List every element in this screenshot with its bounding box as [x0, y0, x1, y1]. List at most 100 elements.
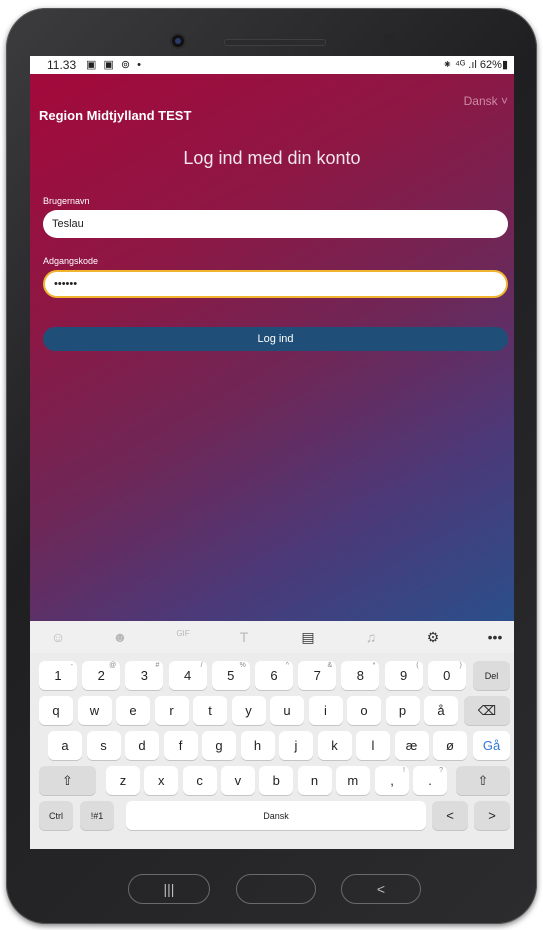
symbols-key[interactable]: !#1	[80, 801, 114, 830]
comma-key[interactable]: ,!	[375, 766, 409, 795]
recents-button[interactable]: |||	[128, 874, 210, 904]
key-b[interactable]: b	[259, 766, 294, 795]
ctrl-key[interactable]: Ctrl	[39, 801, 73, 830]
username-input[interactable]	[43, 210, 508, 238]
home-button[interactable]	[236, 874, 316, 904]
key-z[interactable]: z	[106, 766, 140, 795]
key-9[interactable]: 9(	[384, 661, 423, 690]
key-7[interactable]: 7 &	[298, 661, 337, 690]
username-label: Brugernavn	[43, 196, 90, 206]
key-label: l	[371, 738, 375, 753]
key-0[interactable]: 0)	[427, 661, 466, 690]
key-3[interactable]: 3 #	[125, 661, 164, 690]
page-heading: Log ind med din konto	[183, 148, 361, 168]
key-label: ø	[446, 738, 454, 753]
key-label: 0	[443, 668, 451, 683]
key-f[interactable]: f	[163, 731, 198, 760]
sticker-icon[interactable]: ☻	[110, 629, 130, 645]
key-t[interactable]: t	[193, 696, 227, 725]
backspace-key[interactable]: ⌫	[464, 696, 510, 725]
proximity-sensor	[383, 33, 397, 47]
key-label: n	[310, 773, 319, 788]
key-4[interactable]: 4/	[168, 661, 207, 690]
emoji-icon[interactable]: ☺	[48, 629, 68, 645]
login-button[interactable]: Log ind	[43, 327, 508, 351]
key-w[interactable]: w	[77, 696, 112, 725]
period-key[interactable]: .?	[413, 766, 447, 795]
key-u[interactable]: u	[270, 696, 304, 725]
key-y[interactable]: y	[231, 696, 266, 725]
language-selector[interactable]: Dansk ˅	[464, 94, 508, 108]
key-k[interactable]: k	[317, 731, 352, 760]
more-icon[interactable]: •••	[485, 629, 505, 645]
key-c[interactable]: c	[182, 766, 217, 795]
key-d[interactable]: d	[125, 731, 159, 760]
back-button[interactable]: <	[341, 874, 421, 904]
handwriting-icon[interactable]: T	[234, 629, 254, 645]
clipboard-icon[interactable]: ▤	[298, 629, 318, 645]
key-h[interactable]: h	[240, 731, 275, 760]
key-2[interactable]: 2 @	[82, 661, 121, 690]
cursor-right-key[interactable]: >	[474, 801, 510, 830]
key-j[interactable]: j	[279, 731, 313, 760]
system-icons: ⁕ ⁴ᴳ .ıl 62%▮	[442, 59, 508, 71]
key-label: ,	[390, 773, 394, 788]
key-p[interactable]: p	[385, 696, 420, 725]
key-label: !#1	[90, 810, 104, 821]
key-label: r	[169, 703, 174, 718]
key-hint: /	[200, 662, 203, 669]
key-hint: -	[70, 662, 73, 669]
gif-icon[interactable]: GIF	[173, 629, 193, 645]
space-key[interactable]: Dansk	[126, 801, 426, 830]
earpiece-speaker	[224, 39, 326, 46]
key-n[interactable]: n	[297, 766, 332, 795]
key-ø[interactable]: ø	[433, 731, 467, 760]
key-8[interactable]: 8 *	[341, 661, 380, 690]
key-e[interactable]: e	[116, 696, 150, 725]
keyboard-toolbar: ☺ ☻ GIF T ▤ ♫ ⚙ •••	[30, 621, 514, 653]
key-label: x	[158, 773, 165, 788]
key-q[interactable]: q	[39, 696, 73, 725]
key-l[interactable]: l	[356, 731, 390, 760]
key-hint: ^	[285, 662, 289, 669]
key-m[interactable]: m	[335, 766, 370, 795]
mic-icon[interactable]: ♫	[361, 629, 381, 645]
key-label: p	[398, 703, 407, 718]
key-r[interactable]: r	[154, 696, 189, 725]
delete-key[interactable]: Del	[473, 661, 510, 690]
key-æ[interactable]: æ	[394, 731, 429, 760]
key-label: o	[360, 703, 368, 718]
go-key[interactable]: Gå	[473, 731, 510, 760]
key-å[interactable]: å	[424, 696, 458, 725]
key-a[interactable]: a	[48, 731, 82, 760]
key-s[interactable]: s	[86, 731, 121, 760]
key-hint: @	[109, 662, 117, 669]
cursor-left-key[interactable]: <	[432, 801, 468, 830]
key-v[interactable]: v	[220, 766, 255, 795]
key-label: i	[324, 703, 327, 718]
key-g[interactable]: g	[202, 731, 236, 760]
key-6[interactable]: 6 ^	[255, 661, 293, 690]
key-label: 1	[54, 668, 62, 683]
password-label: Adgangskode	[43, 256, 99, 266]
key-hint: *	[372, 662, 376, 669]
key-label: <	[446, 808, 454, 823]
key-label: 8	[356, 668, 364, 683]
settings-icon[interactable]: ⚙	[423, 629, 443, 645]
key-hint: &	[327, 662, 333, 669]
key-1[interactable]: 1-	[39, 661, 77, 690]
key-x[interactable]: x	[144, 766, 179, 795]
key-label: a	[61, 738, 69, 753]
key-label: ⇧	[477, 772, 489, 788]
shift-left-key[interactable]: ⇧	[39, 766, 96, 795]
shift-right-key[interactable]: ⇧	[456, 766, 510, 795]
key-label: ⇧	[62, 772, 73, 788]
key-label: .	[428, 773, 432, 788]
key-o[interactable]: o	[347, 696, 381, 725]
phone-screen: 11.33 ▣ ▣ ⊚ • ⁕ ⁴ᴳ .ıl 62%▮ Dansk ˅ Regi…	[30, 56, 514, 849]
password-input[interactable]	[43, 270, 508, 298]
key-label: s	[100, 738, 107, 753]
key-5[interactable]: 5%	[211, 661, 250, 690]
key-label: æ	[405, 738, 418, 753]
key-i[interactable]: i	[308, 696, 343, 725]
